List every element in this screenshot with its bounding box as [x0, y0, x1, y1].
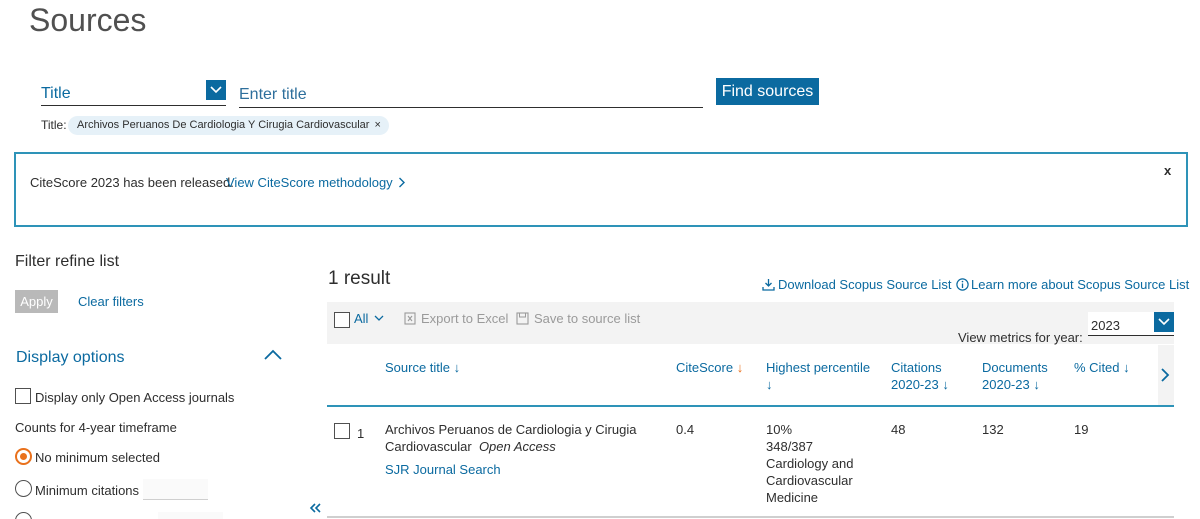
learn-more-source-list-text: Learn more about Scopus Source List — [971, 277, 1190, 292]
documents-value: 132 — [982, 422, 1004, 437]
save-to-source-list-button[interactable]: Save to source list — [516, 311, 640, 326]
table-header-divider — [327, 405, 1174, 407]
view-metrics-label: View metrics for year: — [958, 330, 1083, 345]
citations-value: 48 — [891, 422, 906, 437]
title-search-input[interactable] — [239, 80, 703, 108]
category-line3: Medicine — [766, 490, 819, 505]
column-documents[interactable]: Documents 2020-23 ↓ — [982, 359, 1048, 393]
active-filter-chip: Archivos Peruanos De Cardiologia Y Cirug… — [68, 116, 389, 135]
export-icon — [404, 312, 416, 325]
open-access-badge: Open Access — [478, 439, 556, 454]
page-title: Sources — [29, 2, 147, 38]
source-title-line2: Cardiovascular — [385, 439, 472, 454]
column-documents-label: Documents — [982, 360, 1048, 375]
results-count: 1 result — [328, 268, 391, 289]
info-icon — [956, 278, 969, 291]
counts-timeframe-label: Counts for 4-year timeframe — [15, 420, 177, 435]
category-line1: Cardiology and — [766, 456, 854, 471]
minimum-citations-radio[interactable] — [15, 480, 32, 497]
rank-value: 348/387 — [766, 439, 813, 454]
save-icon — [516, 312, 529, 325]
chevron-down-icon[interactable] — [206, 80, 226, 100]
no-minimum-label: No minimum selected — [35, 450, 160, 465]
active-filter-value: Archivos Peruanos De Cardiologia Y Cirug… — [77, 119, 370, 131]
download-source-list-link[interactable]: Download Scopus Source List — [762, 277, 951, 292]
column-citations-label: Citations — [891, 360, 942, 375]
select-all-label: All — [354, 311, 369, 326]
column-citescore-label: CiteScore — [676, 360, 734, 375]
display-options-toggle[interactable]: Display options — [16, 349, 125, 367]
collapse-panel-icon[interactable] — [309, 503, 321, 513]
clear-filters-link[interactable]: Clear filters — [78, 294, 144, 309]
sort-desc-icon: ↓ — [736, 360, 744, 375]
filter-title: Filter refine list — [15, 253, 120, 270]
minimum-citations-input[interactable] — [143, 479, 208, 500]
column-highest-percentile[interactable]: Highest percentile ↓ — [766, 359, 870, 393]
open-access-checkbox[interactable] — [15, 388, 31, 404]
column-citations[interactable]: Citations 2020-23 ↓ — [891, 359, 949, 393]
search-field-label: Title — [41, 85, 71, 102]
minimum-documents-radio[interactable] — [15, 512, 32, 519]
column-citescore[interactable]: CiteScore ↓ — [676, 359, 743, 376]
find-sources-button[interactable]: Find sources — [716, 78, 819, 105]
download-icon — [762, 279, 775, 291]
apply-button[interactable]: Apply — [15, 290, 58, 313]
banner-message: CiteScore 2023 has been released. — [30, 175, 234, 190]
minimum-citations-label: Minimum citations — [35, 483, 140, 498]
active-filter-label: Title: — [41, 118, 67, 132]
column-highest-percentile-arrow: ↓ — [766, 377, 773, 392]
table-bottom-divider — [327, 516, 1174, 518]
export-to-excel-label: Export to Excel — [421, 311, 509, 326]
source-title-link[interactable]: Archivos Peruanos de Cardiologia y Cirug… — [385, 421, 636, 455]
minimum-documents-input[interactable] — [158, 512, 223, 519]
column-percent-cited[interactable]: % Cited ↓ — [1074, 359, 1130, 376]
column-documents-range: 2020-23 ↓ — [982, 377, 1040, 392]
metrics-year-select[interactable]: 2023 — [1088, 312, 1174, 336]
metrics-year-value: 2023 — [1091, 318, 1120, 333]
percent-cited-value: 19 — [1074, 422, 1089, 437]
row-number: 1 — [357, 426, 365, 441]
open-access-label: Display only Open Access journals — [35, 390, 235, 405]
citescore-methodology-link-text: View CiteScore methodology — [226, 175, 393, 190]
sjr-journal-search-link[interactable]: SJR Journal Search — [385, 462, 501, 477]
category-line2: Cardiovascular — [766, 473, 853, 488]
chevron-down-icon[interactable] — [1154, 312, 1174, 332]
column-citations-range: 2020-23 ↓ — [891, 377, 949, 392]
search-field-select[interactable]: Title — [41, 80, 226, 106]
close-banner-button[interactable]: x — [1164, 163, 1171, 178]
column-source-title[interactable]: Source title ↓ — [385, 359, 460, 376]
percentile-value: 10% — [766, 422, 793, 437]
citescore-value: 0.4 — [676, 422, 695, 437]
chevron-right-icon[interactable] — [1160, 367, 1170, 383]
chevron-up-icon[interactable] — [264, 349, 282, 361]
source-title-line1: Archivos Peruanos de Cardiologia y Cirug… — [385, 422, 637, 437]
highest-percentile-cell: 10% 348/387 Cardiology and Cardiovascula… — [766, 421, 853, 506]
column-highest-percentile-label: Highest percentile — [766, 360, 871, 375]
no-minimum-radio[interactable] — [15, 448, 32, 465]
select-all-checkbox[interactable] — [334, 312, 350, 328]
chevron-down-icon — [374, 315, 384, 321]
citescore-methodology-link[interactable]: View CiteScore methodology — [226, 175, 406, 190]
learn-more-source-list-link[interactable]: Learn more about Scopus Source List — [956, 277, 1189, 292]
export-to-excel-button[interactable]: Export to Excel — [404, 311, 508, 326]
download-source-list-text: Download Scopus Source List — [778, 277, 952, 292]
remove-filter-icon[interactable]: × — [374, 119, 380, 131]
save-to-source-list-label: Save to source list — [534, 311, 641, 326]
select-all-dropdown[interactable]: All — [354, 311, 384, 326]
row-checkbox[interactable] — [334, 423, 350, 439]
chevron-right-icon — [399, 177, 406, 188]
